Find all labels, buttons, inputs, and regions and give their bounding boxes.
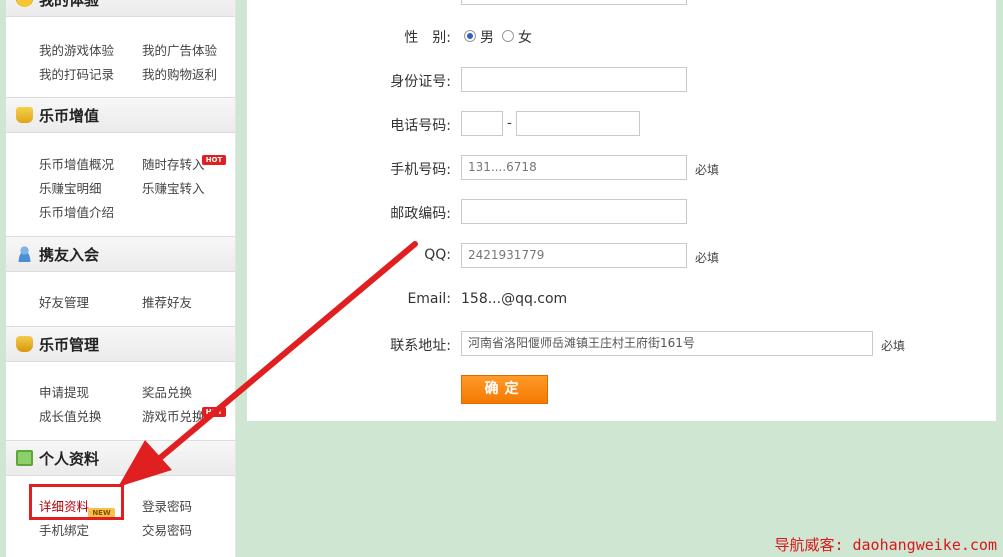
gender-female-radio[interactable] bbox=[502, 30, 514, 42]
gender-female-label[interactable]: 女 bbox=[518, 27, 532, 47]
sidebar-link-trade-password[interactable]: 交易密码 bbox=[142, 520, 192, 539]
sidebar-link-captcha-records[interactable]: 我的打码记录 bbox=[39, 64, 114, 83]
telephone-label: 电话号码: bbox=[390, 118, 451, 134]
section-title: 乐币增值 bbox=[39, 106, 100, 125]
sidebar-link-friend-management[interactable]: 好友管理 bbox=[39, 292, 89, 311]
email-label: Email: bbox=[407, 291, 451, 307]
mobile-required-note: 必填 bbox=[695, 163, 720, 177]
id-number-label: 身份证号: bbox=[390, 74, 451, 90]
hot-badge: HOT bbox=[202, 155, 226, 165]
section-title: 个人资料 bbox=[39, 449, 100, 468]
section-title: 乐币管理 bbox=[39, 335, 100, 354]
sidebar-link-game-experience[interactable]: 我的游戏体验 bbox=[39, 40, 114, 59]
sidebar-link-lezhuanbao-details[interactable]: 乐赚宝明细 bbox=[39, 178, 102, 197]
sidebar-link-lezhuanbao-transfer[interactable]: 乐赚宝转入 bbox=[142, 178, 205, 197]
gender-male-label[interactable]: 男 bbox=[480, 27, 494, 47]
id-number-input[interactable] bbox=[461, 67, 687, 92]
section-header-my-experience[interactable]: 我的体验 bbox=[6, 0, 235, 17]
address-input[interactable]: 河南省洛阳偃师岳滩镇王庄村王府街161号 bbox=[461, 331, 873, 356]
email-value: 158...@qq.com bbox=[461, 291, 568, 307]
sidebar: 我的体验 我的游戏体验 我的广告体验 我的打码记录 我的购物返利 乐币增值 乐币… bbox=[6, 0, 236, 557]
coins-icon bbox=[16, 107, 33, 123]
postcode-label: 邮政编码: bbox=[390, 206, 451, 222]
sidebar-link-ad-experience[interactable]: 我的广告体验 bbox=[142, 40, 217, 59]
postcode-input[interactable] bbox=[461, 199, 687, 224]
sidebar-link-prize-exchange[interactable]: 奖品兑换 bbox=[142, 382, 192, 401]
section-header-coin-growth[interactable]: 乐币增值 bbox=[6, 97, 235, 133]
money-bag-icon bbox=[16, 336, 33, 352]
sidebar-link-login-password[interactable]: 登录密码 bbox=[142, 496, 192, 515]
profile-card-icon bbox=[16, 450, 33, 466]
gender-male-radio[interactable] bbox=[464, 30, 476, 42]
sidebar-link-game-coin-exchange[interactable]: 游戏币兑换 bbox=[142, 406, 205, 425]
hot-badge: HOT bbox=[202, 407, 226, 417]
address-required-note: 必填 bbox=[881, 339, 906, 353]
qq-label: QQ: bbox=[424, 247, 451, 263]
qq-required-note: 必填 bbox=[695, 251, 720, 265]
mobile-input[interactable]: 131....6718 bbox=[461, 155, 687, 180]
top-cut-field[interactable] bbox=[461, 0, 687, 5]
sidebar-link-shopping-rebate[interactable]: 我的购物返利 bbox=[142, 64, 217, 83]
section-title: 携友入会 bbox=[39, 245, 100, 264]
section-header-personal-info[interactable]: 个人资料 bbox=[6, 440, 235, 476]
annotation-highlight-box bbox=[29, 484, 124, 520]
sidebar-link-instant-deposit[interactable]: 随时存转入 bbox=[142, 154, 205, 173]
section-header-invite-friends[interactable]: 携友入会 bbox=[6, 236, 235, 272]
sidebar-link-growth-overview[interactable]: 乐币增值概况 bbox=[39, 154, 114, 173]
telephone-separator: - bbox=[507, 115, 512, 131]
sidebar-link-growth-intro[interactable]: 乐币增值介绍 bbox=[39, 202, 114, 221]
qq-input[interactable]: 2421931779 bbox=[461, 243, 687, 268]
person-icon bbox=[16, 246, 33, 262]
watermark-text: 导航威客: daohangweike.com bbox=[774, 536, 997, 554]
telephone-number-input[interactable] bbox=[516, 111, 640, 136]
section-header-coin-management[interactable]: 乐币管理 bbox=[6, 326, 235, 362]
telephone-area-input[interactable] bbox=[461, 111, 503, 136]
submit-button[interactable]: 确定 bbox=[461, 375, 548, 404]
address-label: 联系地址: bbox=[390, 338, 451, 354]
smile-icon bbox=[16, 0, 33, 7]
sidebar-link-growth-exchange[interactable]: 成长值兑换 bbox=[39, 406, 102, 425]
gender-label: 性 别: bbox=[404, 30, 451, 46]
section-title: 我的体验 bbox=[39, 0, 99, 10]
sidebar-link-withdraw[interactable]: 申请提现 bbox=[39, 382, 89, 401]
sidebar-link-phone-binding[interactable]: 手机绑定 bbox=[39, 520, 89, 539]
sidebar-link-recommend-friends[interactable]: 推荐好友 bbox=[142, 292, 192, 311]
mobile-label: 手机号码: bbox=[390, 162, 451, 178]
